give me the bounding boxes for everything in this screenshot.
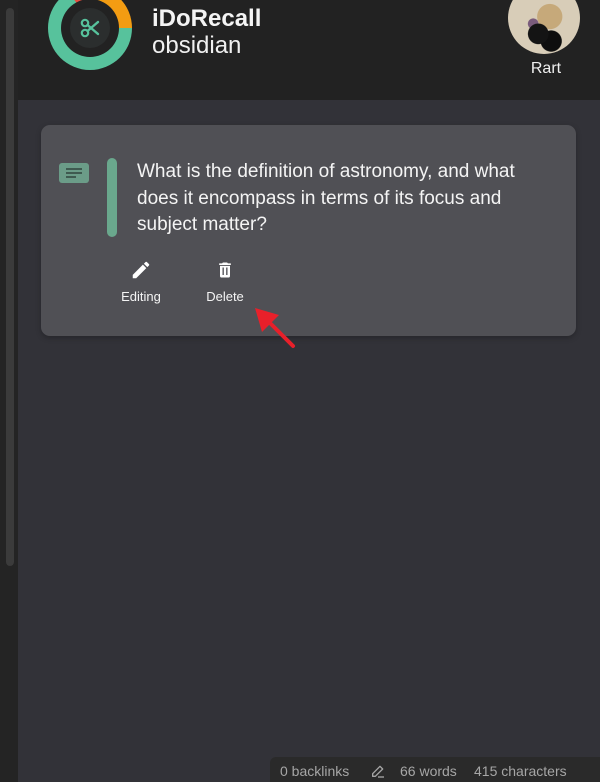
note-icon — [59, 163, 89, 183]
edit-button[interactable]: Editing — [106, 259, 176, 304]
header: iDoRecall obsidian Rart — [18, 0, 600, 100]
trash-icon — [219, 262, 231, 278]
card-accent-bar — [107, 158, 117, 237]
word-count: 66 words — [400, 763, 457, 779]
user-avatar[interactable] — [508, 0, 580, 54]
backlinks-count[interactable]: 0 backlinks — [280, 763, 349, 779]
delete-button[interactable]: Delete — [190, 259, 260, 304]
edit-button-label: Editing — [121, 289, 161, 304]
character-count: 415 characters — [474, 763, 567, 779]
status-bar: 0 backlinks 66 words 415 characters — [270, 757, 600, 782]
idorecall-logo-icon — [48, 0, 132, 70]
user-name[interactable]: Rart — [526, 60, 566, 78]
pencil-icon — [132, 261, 150, 279]
pencil-icon[interactable] — [370, 763, 386, 779]
app-title: iDoRecall — [152, 5, 262, 32]
left-sidebar — [0, 0, 18, 782]
question-text: What is the definition of astronomy, and… — [137, 161, 515, 235]
delete-button-label: Delete — [206, 289, 244, 304]
app-subtitle: obsidian — [152, 32, 242, 59]
annotation-arrow-icon — [255, 308, 295, 348]
scrollbar[interactable] — [6, 8, 14, 566]
recall-card: What is the definition of astronomy, and… — [41, 125, 576, 336]
